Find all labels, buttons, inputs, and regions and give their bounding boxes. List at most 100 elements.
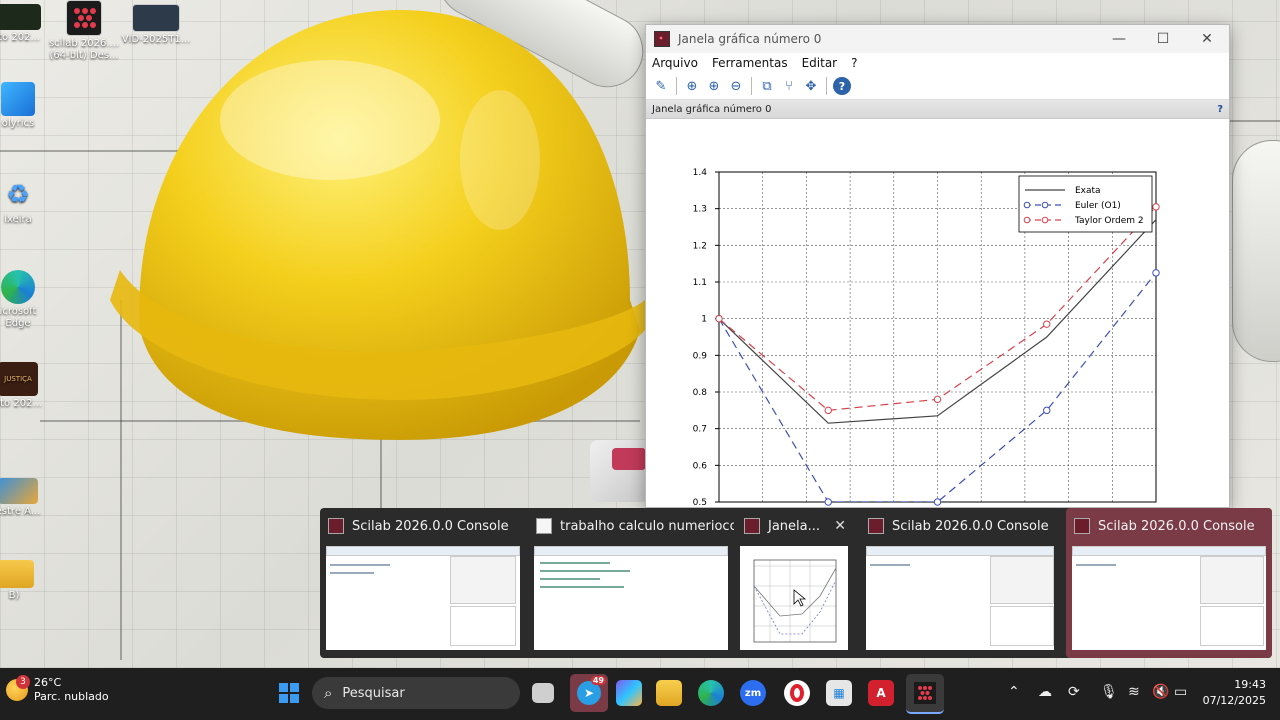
- scilab-icon: [328, 518, 344, 534]
- start-button[interactable]: [276, 680, 302, 706]
- thumb-panel: [450, 556, 516, 604]
- photo-thumbnail-icon: JUSTIÇA: [0, 362, 38, 396]
- window-thumbnail: [866, 546, 1054, 650]
- chevron-up-icon[interactable]: ⌃: [1008, 684, 1020, 700]
- graph-edit-icon[interactable]: ⑂: [780, 77, 798, 95]
- speaker-muted-icon[interactable]: 🔇: [1152, 684, 1169, 700]
- switcher-card-graphic-window[interactable]: Janela... ✕: [736, 508, 856, 658]
- weather-widget[interactable]: 3 26°C Parc. nublado: [6, 675, 109, 704]
- switcher-card-console-3[interactable]: Scilab 2026.0.0 Console: [1066, 508, 1272, 658]
- copilot-icon[interactable]: [616, 680, 642, 706]
- search-icon: ⌕: [324, 684, 333, 702]
- blueprint-line: [1230, 120, 1280, 122]
- datatip-icon[interactable]: ✎: [652, 77, 670, 95]
- series-marker-1: [824, 498, 832, 506]
- card-title: Scilab 2026.0.0 Console: [892, 518, 1049, 534]
- task-view-icon[interactable]: [532, 683, 554, 703]
- legend-marker: [1041, 201, 1049, 209]
- desktop-icon-olyrics[interactable]: olyrics: [0, 82, 54, 130]
- wifi-icon[interactable]: ≋: [1128, 684, 1140, 700]
- window-titlebar[interactable]: Janela gráfica número 0 — ☐ ✕: [646, 25, 1229, 53]
- battery-icon[interactable]: ▭: [1174, 684, 1187, 700]
- search-input[interactable]: ⌕ Pesquisar: [312, 677, 520, 709]
- sync-icon[interactable]: ⟳: [1068, 684, 1080, 700]
- weather-icon: 3: [6, 675, 30, 701]
- menu-editar[interactable]: Editar: [802, 56, 838, 70]
- card-title: Janela...: [768, 518, 821, 534]
- folder-thumbnail-icon: [0, 478, 38, 504]
- zoom-in-icon[interactable]: ⊕: [705, 77, 723, 95]
- y-tick-label: 0.5: [693, 498, 707, 507]
- close-card-button[interactable]: ✕: [834, 518, 846, 534]
- desktop-icon-label: oto 202...: [0, 398, 42, 409]
- y-tick-label: 0.8: [693, 388, 708, 398]
- thumb-line: [540, 578, 600, 580]
- taskbar-scilab[interactable]: [906, 674, 944, 714]
- microphone-icon[interactable]: 🎙: [1100, 684, 1118, 700]
- scilab-icon: [744, 518, 760, 534]
- graphic-window[interactable]: Janela gráfica número 0 — ☐ ✕ Arquivo Fe…: [645, 24, 1230, 508]
- thumb-line: [540, 570, 630, 572]
- help-icon[interactable]: ?: [833, 77, 851, 95]
- system-clock[interactable]: 19:43 07/12/2025: [1203, 677, 1266, 709]
- desktop-icon-folder[interactable]: B): [0, 560, 50, 602]
- toolbar-separator: [751, 77, 752, 95]
- menu-ferramentas[interactable]: Ferramentas: [712, 56, 788, 70]
- switcher-card-console-1[interactable]: Scilab 2026.0.0 Console: [320, 508, 526, 658]
- series-marker-2: [824, 406, 832, 415]
- minimize-button[interactable]: —: [1097, 31, 1141, 47]
- switcher-card-console-2[interactable]: Scilab 2026.0.0 Console: [860, 508, 1060, 658]
- desktop-icon-photo-2[interactable]: JUSTIÇA oto 202...: [0, 362, 54, 410]
- legend-marker: [1041, 216, 1049, 224]
- telegram-badge: 49: [590, 676, 606, 685]
- switcher-card-document[interactable]: trabalho calculo numerioco...: [528, 508, 734, 658]
- thumb-line: [540, 586, 624, 588]
- task-switcher: Scilab 2026.0.0 Console trabalho calculo…: [320, 508, 1272, 658]
- desktop-icon-label: olyrics: [1, 118, 35, 129]
- microsoft-store-icon[interactable]: ▦: [826, 680, 852, 706]
- file-explorer-icon[interactable]: [656, 680, 682, 706]
- maximize-button[interactable]: ☐: [1141, 31, 1185, 47]
- desktop-icon-semestre[interactable]: estre A...: [0, 478, 54, 518]
- weather-temperature: 26°C: [34, 676, 62, 689]
- thumbnail-caption: JUSTIÇA: [4, 375, 32, 383]
- desktop-icon-photo-1[interactable]: oto 202...: [0, 4, 52, 44]
- y-tick-label: 0.7: [693, 425, 707, 435]
- desktop-icon-video[interactable]: VID-2025T1...: [120, 4, 192, 46]
- taskbar-telegram[interactable]: ➤ 49: [570, 674, 608, 712]
- menu-help[interactable]: ?: [851, 56, 857, 70]
- window-thumbnail: [740, 546, 848, 650]
- card-title: Scilab 2026.0.0 Console: [1098, 518, 1255, 534]
- edge-icon: [1, 270, 35, 304]
- opera-icon[interactable]: [784, 680, 810, 706]
- y-tick-label: 0.9: [693, 351, 708, 361]
- close-button[interactable]: ✕: [1185, 31, 1229, 47]
- toolbar: ✎ ⊕ ⊕ ⊖ ⧉ ⑂ ✥ ?: [646, 73, 1229, 100]
- desktop-icon-recycle-bin[interactable]: ♻ ixeira: [0, 178, 54, 226]
- help-mark[interactable]: ?: [1217, 104, 1223, 115]
- autocad-icon[interactable]: A: [868, 680, 894, 706]
- desktop-icon-label: icrosoft Edge: [0, 306, 37, 329]
- menu-arquivo[interactable]: Arquivo: [652, 56, 698, 70]
- desktop-icon-edge[interactable]: icrosoft Edge: [0, 270, 54, 330]
- zoom-out-icon[interactable]: ⊖: [727, 77, 745, 95]
- window-title: Janela gráfica número 0: [678, 32, 822, 46]
- thumb-plot: [753, 559, 837, 643]
- card-title: trabalho calculo numerioco...: [560, 518, 734, 534]
- plot-area[interactable]: 0.5 0.6 0.7 0.8 0.9 1 1.1 1.2 1.3 1.4 Exata Euler (…: [646, 117, 1229, 507]
- zoom-app-icon[interactable]: zm: [740, 680, 766, 706]
- series-marker-2: [1043, 320, 1051, 328]
- zoom-icon[interactable]: ⊕: [683, 77, 701, 95]
- cloud-icon[interactable]: ☁: [1038, 684, 1052, 700]
- edge-icon[interactable]: [698, 680, 724, 706]
- thumb-line: [870, 564, 910, 566]
- hard-hat-image: [110, 10, 645, 440]
- video-file-icon: [132, 4, 180, 32]
- desktop-icon-label: scilab 2026.... (64-bit) Des...: [48, 38, 120, 61]
- zoom-label: zm: [744, 687, 762, 699]
- y-tick-label: 0.6: [693, 461, 708, 471]
- desktop-icon-scilab[interactable]: scilab 2026.... (64-bit) Des...: [48, 0, 120, 62]
- pan-icon[interactable]: ✥: [802, 77, 820, 95]
- rotate-icon[interactable]: ⧉: [758, 77, 776, 95]
- autocad-label: A: [876, 686, 886, 700]
